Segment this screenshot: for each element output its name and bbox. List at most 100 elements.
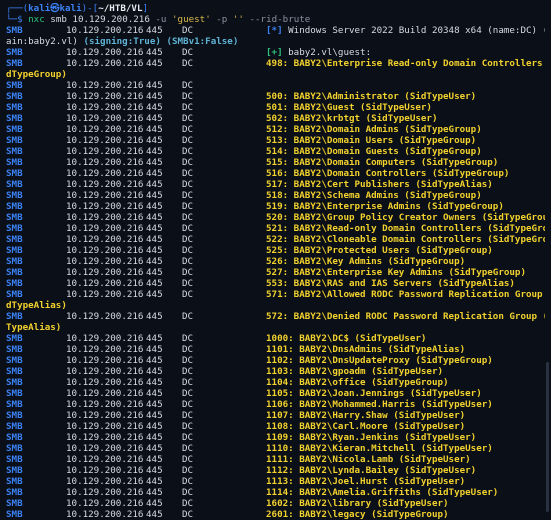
table-row: SMB 10.129.200.216 445 DC 501: BABY2\Guest (… bbox=[6, 102, 432, 113]
flag-user: -u bbox=[155, 14, 167, 25]
table-row: SMB 10.129.200.216 445 DC 553: BABY2\RAS and… bbox=[6, 278, 515, 289]
smbv1-info: (SMBv1:False) bbox=[166, 36, 239, 47]
user-value: 'guest' bbox=[166, 14, 217, 25]
prompt-host: kali bbox=[59, 3, 82, 14]
rid-entry: 1111: BABY2\Nicola.Lamb (SidTypeUser) bbox=[266, 454, 471, 465]
rid-entry: 1105: BABY2\Joan.Jennings (SidTypeUser) bbox=[266, 388, 482, 399]
blank-row: SMB 10.129.200.216 445 DC bbox=[6, 80, 194, 91]
rid-entry: 1101: BABY2\DnsAdmins (SidTypeAlias) bbox=[266, 344, 466, 355]
wrapped-continuation: TypeAlias) bbox=[6, 322, 62, 333]
wrapped-continuation: dTypeAlias) bbox=[6, 300, 67, 311]
table-row: SMB 10.129.200.216 445 DC 1000: BABY2\DC$ (S… bbox=[6, 333, 427, 344]
table-row: SMB 10.129.200.216 445 DC 1112: BABY2\Lynda.… bbox=[6, 465, 477, 476]
table-row: SMB 10.129.200.216 445 DC 526: BABY2\Key Adm… bbox=[6, 256, 466, 267]
prompt-line-1: ┌──(kali㉿kali)-[~/HTB/VL] bbox=[6, 3, 545, 14]
prompt-frame-end: ] bbox=[142, 3, 149, 14]
table-row: SMB 10.129.200.216 445 DC 516: BABY2\Domain … bbox=[6, 168, 510, 179]
table-row: SMB 10.129.200.216 445 DC 1104: BABY2\office… bbox=[6, 377, 449, 388]
rid-entry: 1102: BABY2\DnsUpdateProxy (SidTypeGroup… bbox=[266, 355, 493, 366]
rid-entry: 1104: BABY2\office (SidTypeGroup) bbox=[266, 377, 449, 388]
info-marker: [*] bbox=[266, 25, 283, 36]
rid-entry: 527: BABY2\Enterprise Key Admins (SidTyp… bbox=[266, 267, 526, 278]
rid-entry: 525: BABY2\Protected Users (SidTypeGroup… bbox=[266, 245, 493, 256]
command-name: nxc bbox=[28, 14, 45, 25]
table-row: SMB 10.129.200.216 445 DC 525: BABY2\Protect… bbox=[6, 245, 493, 256]
rid-entry: 516: BABY2\Domain Controllers (SidTypeGr… bbox=[266, 168, 510, 179]
rid-entry: 1106: BABY2\Mohammed.Harris (SidTypeUser… bbox=[266, 399, 493, 410]
rid-entry: 513: BABY2\Domain Users (SidTypeGroup) bbox=[266, 135, 477, 146]
table-row: SMB 10.129.200.216 445 DC 500: BABY2\Adminis… bbox=[6, 91, 477, 102]
rid-entry: 571: BABY2\Allowed RODC Password Replica… bbox=[266, 289, 545, 300]
table-row: SMB 10.129.200.216 445 DC 521: BABY2\Read-on… bbox=[6, 223, 545, 234]
table-row: SMB 10.129.200.216 445 DC 527: BABY2\Enterpr… bbox=[6, 267, 526, 278]
table-row: SMB 10.129.200.216 445 DC 515: BABY2\Domain … bbox=[6, 157, 499, 168]
table-row: SMB 10.129.200.216 445 DC 1106: BABY2\Mohamm… bbox=[6, 399, 493, 410]
terminal-output: ┌──(kali㉿kali)-[~/HTB/VL] └─$ nxc smb 10… bbox=[6, 3, 545, 520]
rid-entry: 517: BABY2\Cert Publishers (SidTypeAlias… bbox=[266, 179, 493, 190]
table-row: SMB 10.129.200.216 445 DC 517: BABY2\Cert Pu… bbox=[6, 179, 493, 190]
prompt-dollar: └─$ bbox=[6, 14, 29, 25]
signing-info: (signing:True) bbox=[83, 36, 161, 47]
table-row: SMB 10.129.200.216 445 DC 519: BABY2\Enterpr… bbox=[6, 201, 504, 212]
os-info: Windows Server 2022 Build 20348 x64 (nam… bbox=[282, 25, 545, 36]
host-info-line: SMB 10.129.200.216 445 DC [*] Windows Server… bbox=[6, 25, 545, 36]
rid-results: SMB 10.129.200.216 445 DC 498: BABY2\Enterpr… bbox=[6, 58, 545, 520]
rid-entry: 519: BABY2\Enterprise Admins (SidTypeGro… bbox=[266, 201, 504, 212]
rid-entry: 1108: BABY2\Carl.Moore (SidTypeUser) bbox=[266, 421, 466, 432]
table-row: SMB 10.129.200.216 445 DC 1105: BABY2\Joan.J… bbox=[6, 388, 482, 399]
table-row: SMB 10.129.200.216 445 DC 512: BABY2\Domain … bbox=[6, 124, 482, 135]
table-row: SMB 10.129.200.216 445 DC 514: BABY2\Domain … bbox=[6, 146, 482, 157]
rid-entry: 515: BABY2\Domain Computers (SidTypeGrou… bbox=[266, 157, 499, 168]
table-row: SMB 10.129.200.216 445 DC 1109: BABY2\Ryan.J… bbox=[6, 432, 477, 443]
rid-entry: 1112: BABY2\Lynda.Bailey (SidTypeUser) bbox=[266, 465, 477, 476]
flag-pass: -p bbox=[216, 14, 228, 25]
table-row: SMB 10.129.200.216 445 DC 1111: BABY2\Nicola… bbox=[6, 454, 471, 465]
host-info-wrap: ain:baby2.vl) (signing:True) (SMBv1:Fals… bbox=[6, 36, 239, 47]
rid-entry: 521: BABY2\Read-only Domain Controllers … bbox=[266, 223, 545, 234]
rid-entry: 520: BABY2\Group Policy Creator Owners (… bbox=[266, 212, 545, 223]
rid-entry: 500: BABY2\Administrator (SidTypeUser) bbox=[266, 91, 477, 102]
command-args: smb 10.129.200.216 bbox=[44, 14, 156, 25]
login-text: baby2.vl\guest: bbox=[282, 47, 372, 58]
rid-entry: 526: BABY2\Key Admins (SidTypeGroup) bbox=[266, 256, 466, 267]
table-row: SMB 10.129.200.216 445 DC 1103: BABY2\gpoadm… bbox=[6, 366, 444, 377]
rid-entry: 1103: BABY2\gpoadm (SidTypeUser) bbox=[266, 366, 444, 377]
rid-entry: 522: BABY2\Cloneable Domain Controllers … bbox=[266, 234, 545, 245]
table-row: SMB 10.129.200.216 445 DC 571: BABY2\Allowed… bbox=[6, 289, 545, 300]
table-row: SMB 10.129.200.216 445 DC 502: BABY2\krbtgt … bbox=[6, 113, 438, 124]
table-row: SMB 10.129.200.216 445 DC 1107: BABY2\Harry.… bbox=[6, 410, 466, 421]
table-row: SMB 10.129.200.216 445 DC 572: BABY2\Denied … bbox=[6, 311, 545, 322]
table-row: SMB 10.129.200.216 445 DC 1101: BABY2\DnsAdm… bbox=[6, 344, 466, 355]
table-row: SMB 10.129.200.216 445 DC 1102: BABY2\DnsUpd… bbox=[6, 355, 493, 366]
table-row: SMB 10.129.200.216 445 DC 1114: BABY2\Amelia… bbox=[6, 487, 499, 498]
rid-entry: 1602: BABY2\library (SidTypeUser) bbox=[266, 498, 449, 509]
rid-entry: 1000: BABY2\DC$ (SidTypeUser) bbox=[266, 333, 427, 344]
rid-entry: 1114: BABY2\Amelia.Griffiths (SidTypeUse… bbox=[266, 487, 499, 498]
command-line[interactable]: └─$ nxc smb 10.129.200.216 -u 'guest' -p… bbox=[6, 14, 545, 25]
wrapped-continuation: dTypeGroup) bbox=[6, 69, 67, 80]
prompt-user: kali bbox=[28, 3, 51, 14]
table-row: SMB 10.129.200.216 445 DC 513: BABY2\Domain … bbox=[6, 135, 477, 146]
rid-entry: 518: BABY2\Schema Admins (SidTypeGroup) bbox=[266, 190, 482, 201]
table-row: SMB 10.129.200.216 445 DC 518: BABY2\Schema … bbox=[6, 190, 482, 201]
rid-entry: 1107: BABY2\Harry.Shaw (SidTypeUser) bbox=[266, 410, 466, 421]
success-marker: [+] bbox=[266, 47, 283, 58]
rid-entry: 501: BABY2\Guest (SidTypeUser) bbox=[266, 102, 432, 113]
table-row: SMB 10.129.200.216 445 DC 1110: BABY2\Kieran… bbox=[6, 443, 493, 454]
rid-entry: 1113: BABY2\Joel.Hurst (SidTypeUser) bbox=[266, 476, 466, 487]
rid-entry: 1109: BABY2\Ryan.Jenkins (SidTypeUser) bbox=[266, 432, 477, 443]
rid-entry: 514: BABY2\Domain Guests (SidTypeGroup) bbox=[266, 146, 482, 157]
rid-entry: 572: BABY2\Denied RODC Password Replicat… bbox=[266, 311, 545, 322]
rid-entry: 502: BABY2\krbtgt (SidTypeUser) bbox=[266, 113, 438, 124]
rid-entry: 1110: BABY2\Kieran.Mitchell (SidTypeUser… bbox=[266, 443, 493, 454]
table-row: SMB 10.129.200.216 445 DC 522: BABY2\Cloneab… bbox=[6, 234, 545, 245]
scrollbar[interactable] bbox=[546, 362, 549, 512]
table-row: SMB 10.129.200.216 445 DC 1602: BABY2\librar… bbox=[6, 498, 449, 509]
rid-entry: 498: BABY2\Enterprise Read-only Domain C… bbox=[266, 58, 545, 69]
table-row: SMB 10.129.200.216 445 DC 498: BABY2\Enterpr… bbox=[6, 58, 545, 69]
table-row: SMB 10.129.200.216 445 DC 520: BABY2\Group P… bbox=[6, 212, 545, 223]
rid-entry: 553: BABY2\RAS and IAS Servers (SidTypeA… bbox=[266, 278, 515, 289]
flag-rid-brute: --rid-brute bbox=[249, 14, 311, 25]
prompt-frame: ┌──( bbox=[6, 3, 29, 14]
table-row: SMB 10.129.200.216 445 DC 1113: BABY2\Joel.H… bbox=[6, 476, 466, 487]
